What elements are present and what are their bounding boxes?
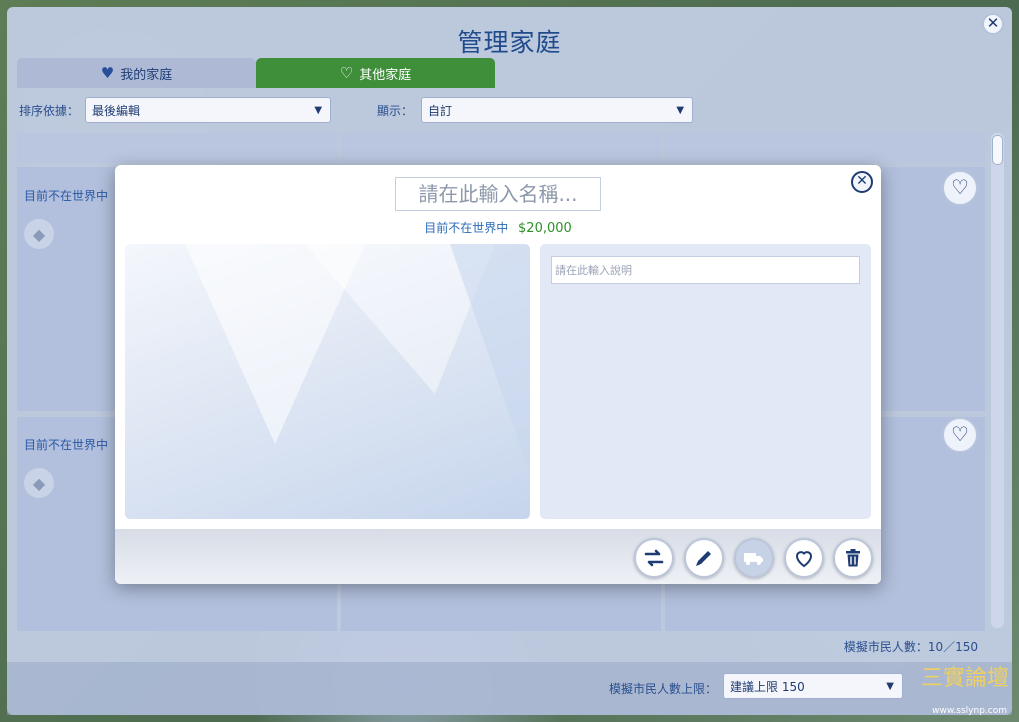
plumbob-icon: ◆ xyxy=(24,468,54,498)
household-name-input[interactable] xyxy=(395,177,601,211)
household-portrait xyxy=(125,244,530,519)
tab-my-households[interactable]: ♥ 我的家庭 xyxy=(17,58,256,88)
filter-row: 排序依據： 最後編輯 ▼ 顯示： 自訂 ▼ xyxy=(19,97,694,123)
pencil-icon xyxy=(696,551,711,566)
household-description-input[interactable] xyxy=(551,256,860,284)
trash-icon xyxy=(846,549,860,567)
description-panel xyxy=(540,244,871,519)
close-icon: ✕ xyxy=(856,173,868,189)
grid-column-header xyxy=(665,133,985,163)
close-icon: ✕ xyxy=(986,14,1000,32)
favorite-household-button[interactable] xyxy=(784,538,824,578)
switch-household-button[interactable] xyxy=(634,538,674,578)
edit-household-button[interactable] xyxy=(684,538,724,578)
population-count: 模擬市民人數：10／150 xyxy=(843,640,978,654)
tab-label: 其他家庭 xyxy=(359,67,412,83)
household-status-line: 目前不在世界中 $20,000 xyxy=(115,219,881,236)
sort-value: 最後編輯 xyxy=(92,103,141,118)
population-cap-value: 建議上限 150 xyxy=(730,679,805,694)
heart-outline-icon: ♡ xyxy=(339,64,354,82)
household-action-bar xyxy=(115,529,881,584)
chevron-down-icon: ▼ xyxy=(314,104,323,116)
household-funds: $20,000 xyxy=(518,221,572,236)
panel-title: 管理家庭 xyxy=(457,28,562,57)
card-status: 目前不在世界中 xyxy=(24,438,109,452)
watermark-text: 三實論壇 xyxy=(920,666,1009,691)
household-status: 目前不在世界中 xyxy=(424,221,509,235)
heart-outline-icon xyxy=(795,551,813,568)
scroll-thumb[interactable] xyxy=(992,135,1003,165)
heart-filled-icon: ♥ xyxy=(100,64,115,82)
watermark-url: www.sslynp.com xyxy=(932,706,1007,716)
population-cap-dropdown[interactable]: 建議上限 150 ▼ xyxy=(723,673,903,699)
modal-close-button[interactable]: ✕ xyxy=(851,171,873,193)
favorite-heart-icon[interactable]: ♡ xyxy=(942,417,978,453)
chevron-down-icon: ▼ xyxy=(886,680,894,692)
truck-icon xyxy=(744,553,763,565)
grid-column-header xyxy=(341,133,661,163)
show-label: 顯示： xyxy=(377,103,414,118)
site-watermark-logo: 三實論壇 www.sslynp.com xyxy=(905,654,1015,716)
card-status: 目前不在世界中 xyxy=(24,189,109,203)
tab-label: 我的家庭 xyxy=(120,67,173,83)
favorite-heart-icon[interactable]: ♡ xyxy=(942,170,978,206)
population-cap-label: 模擬市民人數上限： xyxy=(609,682,718,696)
delete-household-button[interactable] xyxy=(833,538,873,578)
panel-close-button[interactable]: ✕ xyxy=(982,13,1004,35)
tab-other-households[interactable]: ♡ 其他家庭 xyxy=(256,58,495,88)
show-value: 自訂 xyxy=(428,103,453,118)
household-tabs: ♥ 我的家庭 ♡ 其他家庭 xyxy=(17,58,495,88)
plumbob-icon: ◆ xyxy=(24,219,54,249)
grid-scrollbar[interactable] xyxy=(991,133,1004,628)
grid-column-header xyxy=(17,133,337,163)
household-detail-modal: ✕ 目前不在世界中 $20,000 xyxy=(115,165,881,584)
sort-label: 排序依據： xyxy=(19,103,80,118)
move-household-button[interactable] xyxy=(734,538,774,578)
show-dropdown[interactable]: 自訂 ▼ xyxy=(421,97,694,123)
chevron-down-icon: ▼ xyxy=(676,104,685,116)
swap-arrows-icon xyxy=(644,549,664,567)
sort-dropdown[interactable]: 最後編輯 ▼ xyxy=(85,97,332,123)
